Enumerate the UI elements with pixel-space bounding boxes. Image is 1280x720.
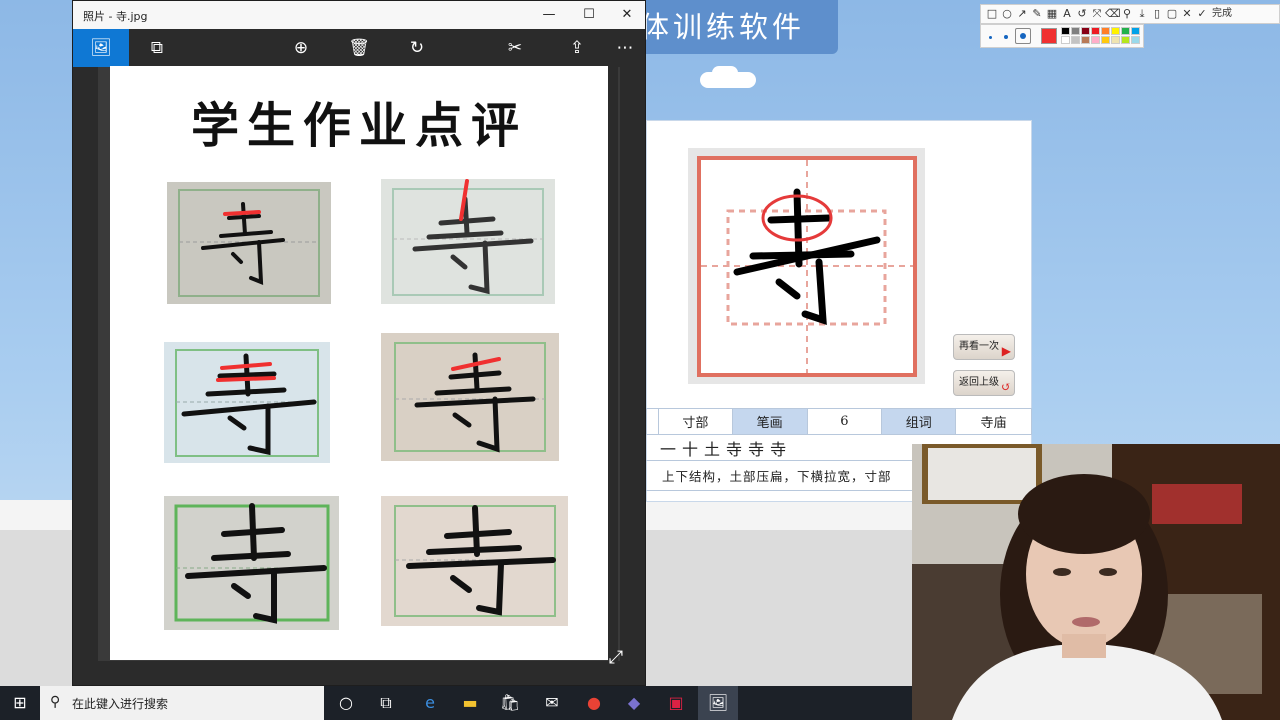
color-swatch[interactable] <box>1081 36 1090 44</box>
close-icon[interactable]: ✕ <box>1180 7 1194 21</box>
size-small[interactable] <box>989 36 992 39</box>
back-button[interactable]: 返回上级 ↺ <box>953 370 1015 396</box>
handwriting-sample <box>381 333 559 461</box>
photos-titlebar: 照片 - 寺.jpg — ☐ ✕ <box>73 1 645 29</box>
cloud-decoration <box>712 66 738 80</box>
structure-description: 上下结构，土部压扁，下横拉宽，寸部 <box>662 469 892 484</box>
color-swatch[interactable] <box>1091 36 1100 44</box>
color-swatch[interactable] <box>1111 36 1120 44</box>
minimize-button[interactable]: — <box>535 4 563 26</box>
words-value: 寺庙 <box>955 408 1032 435</box>
done-button[interactable]: 完成 <box>1212 7 1232 21</box>
color-swatch[interactable] <box>1111 27 1120 35</box>
share-icon[interactable]: ⇪ <box>557 29 597 67</box>
annotation-toolbar: □ ○ ↗ ✎ ▦ A ↺ ⤧ ⌫ ⚲ ⤓ ▯ ▢ ✕ ✓ 完成 <box>980 4 1280 24</box>
photos-toolbar: 🖼 ⧉ ⊕ 🗑 ↻ ✂ ⇪ ⋯ <box>73 29 645 67</box>
color-swatch[interactable] <box>1071 27 1080 35</box>
eraser-icon[interactable]: ⌫ <box>1105 7 1121 21</box>
stroke-order: 一十土寺寺寺 <box>660 440 793 459</box>
edit-icon[interactable]: ✂ <box>495 29 535 67</box>
annotation-subbar <box>980 24 1144 48</box>
app-icon[interactable]: ◆ <box>614 686 654 720</box>
circle-icon[interactable]: ○ <box>1000 7 1014 21</box>
mosaic-icon[interactable]: ▦ <box>1045 7 1059 21</box>
square-icon[interactable]: □ <box>985 7 999 21</box>
size-large[interactable] <box>1015 28 1031 44</box>
save-icon[interactable]: ⤓ <box>1135 7 1149 21</box>
pin-icon[interactable]: ⚲ <box>1120 7 1134 21</box>
app-title: 体训练软件 <box>636 0 838 54</box>
cortana-icon[interactable]: ○ <box>326 686 366 720</box>
calligraphy-app-icon[interactable]: ▣ <box>656 686 696 720</box>
handwriting-sample <box>381 179 555 304</box>
window-title: 照片 - 寺.jpg <box>83 10 148 23</box>
color-swatch[interactable] <box>1121 27 1130 35</box>
text-icon[interactable]: A <box>1060 7 1074 21</box>
webcam-overlay <box>912 444 1280 720</box>
viewer-scrollbar[interactable] <box>608 67 618 661</box>
photos-app-icon[interactable]: 🖼 <box>698 686 738 720</box>
color-swatch[interactable] <box>1121 36 1130 44</box>
windows-start-icon[interactable]: ⊞ <box>0 686 40 720</box>
size-medium[interactable] <box>1004 35 1008 39</box>
maximize-button[interactable]: ☐ <box>575 4 603 26</box>
confirm-icon[interactable]: ✓ <box>1195 7 1209 21</box>
copy-icon[interactable]: ▯ <box>1150 7 1164 21</box>
taskbar-search-box[interactable]: ⚲ 在此键入进行搜索 <box>40 686 324 720</box>
edge-icon[interactable]: e <box>410 686 450 720</box>
color-swatch[interactable] <box>1131 36 1140 44</box>
color-swatch[interactable] <box>1131 27 1140 35</box>
handwriting-sample <box>381 496 568 626</box>
color-swatch[interactable] <box>1061 27 1070 35</box>
taskbar: ⊞ ⚲ 在此键入进行搜索 ○ ⧉ e ▬ 🛍 ✉ ● ◆ ▣ 🖼 <box>0 686 912 720</box>
search-icon: ⚲ <box>50 694 61 710</box>
handwriting-sample <box>164 342 330 463</box>
pen-icon[interactable]: ✎ <box>1030 7 1044 21</box>
color-swatch[interactable] <box>1101 36 1110 44</box>
stroke-count-label: 笔画 <box>731 408 808 435</box>
character-grid: 寺 <box>697 156 917 377</box>
undo-icon[interactable]: ↺ <box>1075 7 1089 21</box>
close-button[interactable]: ✕ <box>613 4 641 26</box>
delete-icon[interactable]: 🗑 <box>339 29 379 67</box>
color-palette <box>1061 27 1141 45</box>
arrow-icon[interactable]: ↗ <box>1015 7 1029 21</box>
chrome-icon[interactable]: ● <box>574 686 614 720</box>
words-label: 组词 <box>881 408 957 435</box>
color-swatch[interactable] <box>1081 27 1090 35</box>
bookmark-icon[interactable]: ▢ <box>1165 7 1179 21</box>
image-view-icon[interactable]: 🖼 <box>73 29 129 67</box>
current-color-swatch[interactable] <box>1041 28 1057 44</box>
more-icon[interactable]: ⋯ <box>605 29 645 67</box>
redo-icon[interactable]: ⤧ <box>1090 7 1104 21</box>
color-swatch[interactable] <box>1061 36 1070 44</box>
task-view-icon[interactable]: ⧉ <box>366 686 406 720</box>
character-info-table: 寸部 笔画 6 组词 寺庙 <box>646 408 1032 435</box>
color-swatch[interactable] <box>1071 36 1080 44</box>
search-placeholder: 在此键入进行搜索 <box>72 697 169 711</box>
file-explorer-icon[interactable]: ▬ <box>450 686 490 720</box>
handwriting-sample <box>167 182 331 304</box>
mail-icon[interactable]: ✉ <box>532 686 572 720</box>
radical-value: 寸部 <box>657 408 733 435</box>
replay-button[interactable]: 再看一次 ▶ <box>953 334 1015 360</box>
handwriting-sample <box>164 496 339 630</box>
stroke-count-value: 6 <box>806 408 883 435</box>
fullscreen-icon[interactable]: ⤢ <box>605 647 627 669</box>
document-title: 学生作业点评 <box>190 98 527 154</box>
slideshow-icon[interactable]: ⧉ <box>137 29 177 67</box>
color-swatch[interactable] <box>1101 27 1110 35</box>
store-icon[interactable]: 🛍 <box>490 686 530 720</box>
zoom-icon[interactable]: ⊕ <box>281 29 321 67</box>
rotate-icon[interactable]: ↻ <box>397 29 437 67</box>
color-swatch[interactable] <box>1091 27 1100 35</box>
